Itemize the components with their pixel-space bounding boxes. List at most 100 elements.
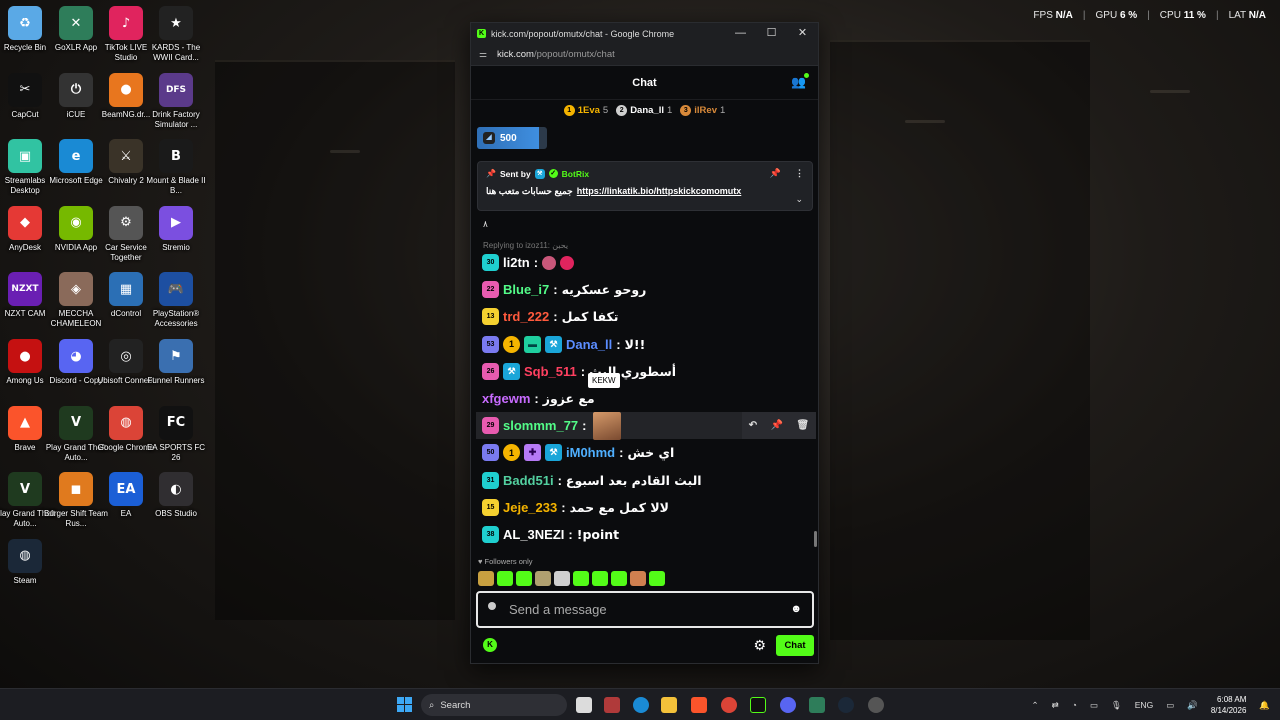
chat-username[interactable]: iM0hmd xyxy=(566,445,615,460)
goal-progress[interactable]: ◢ 500 xyxy=(477,127,547,149)
mic-tray-icon[interactable]: 🎙 xyxy=(1111,700,1122,711)
app-icon: ♻ xyxy=(8,6,42,40)
desktop-icon[interactable]: B Mount & Blade II B... xyxy=(143,135,209,196)
leaderboard-entry[interactable]: 2 Dana_ll 1 xyxy=(616,105,672,116)
chat-username[interactable]: trd_222 xyxy=(503,309,549,324)
vpn-icon[interactable]: ◔ xyxy=(1072,700,1077,710)
username-separator: : xyxy=(561,499,566,515)
leaderboard-entry[interactable]: 3 ilRev 1 xyxy=(680,105,725,116)
kick-taskbar-icon[interactable] xyxy=(750,697,766,713)
chat-input[interactable]: Send a message ☻ xyxy=(476,591,814,628)
language-indicator[interactable]: ENG xyxy=(1135,700,1153,710)
rank-medal-icon: 2 xyxy=(616,105,628,116)
users-icon[interactable]: 👥 xyxy=(791,73,809,89)
chat-username[interactable]: slommm_77 xyxy=(503,418,578,433)
quick-emote-icon[interactable] xyxy=(573,571,589,586)
delete-icon[interactable]: 🗑 xyxy=(797,420,810,431)
chat-username[interactable]: li2tn xyxy=(503,255,530,270)
reply-icon[interactable]: ↶ xyxy=(749,420,757,431)
chat-message[interactable]: 50 1 ✚ ⚒ iM0hmd: اي خش xyxy=(476,439,816,466)
pin-message-icon[interactable]: 📌 xyxy=(771,420,783,431)
unpin-icon[interactable]: 📌 xyxy=(770,168,781,179)
desktop-icon[interactable]: FC EA SPORTS FC 26 xyxy=(143,402,209,463)
chat-message[interactable]: 30 li2tn: xyxy=(476,249,816,276)
task-view-icon[interactable] xyxy=(576,697,592,713)
display-icon[interactable]: ▭ xyxy=(1166,700,1174,711)
desktop-icon[interactable]: 🎮 PlayStation® Accessories xyxy=(143,268,209,329)
address-bar[interactable]: ⚌ kick.com/popout/omutx/chat xyxy=(471,44,818,66)
windows-start-icon[interactable] xyxy=(397,697,412,712)
site-info-icon[interactable]: ⚌ xyxy=(479,49,489,60)
maximize-button[interactable]: ☐ xyxy=(756,23,787,44)
desktop-icon[interactable]: ★ KARDS - The WWII Card... xyxy=(143,2,209,63)
quick-emote-icon[interactable] xyxy=(649,571,665,586)
minimize-button[interactable]: — xyxy=(725,23,756,44)
pinned-bot-name[interactable]: BotRix xyxy=(562,169,589,179)
app-icon: ▦ xyxy=(109,272,143,307)
chat-username[interactable]: xfgewm xyxy=(482,391,530,406)
file-explorer-icon[interactable] xyxy=(661,697,677,713)
chat-message[interactable]: 22 Blue_i7: روحو عسكريه xyxy=(476,276,816,303)
send-chat-button[interactable]: Chat xyxy=(776,634,814,656)
clock-time: 6:08 AM xyxy=(1217,695,1247,704)
notification-icon[interactable]: 🔔 xyxy=(1259,700,1270,711)
chat-username[interactable]: Blue_i7 xyxy=(503,282,549,297)
chat-scrollbar[interactable] xyxy=(814,531,817,547)
chat-message[interactable]: 53 1 ▬ ⚒ Dana_ll: لا!! xyxy=(476,331,816,358)
mic-icon[interactable] xyxy=(488,601,496,610)
app-icon: NZXT xyxy=(8,272,42,307)
quick-emote-icon[interactable] xyxy=(535,571,551,586)
desktop-icon[interactable]: DFS Drink Factory Simulator ... xyxy=(143,69,209,130)
close-button[interactable]: ✕ xyxy=(787,23,818,44)
desktop-icon[interactable]: ◐ OBS Studio xyxy=(143,468,209,519)
chat-username[interactable]: Sqb_511 xyxy=(524,364,577,379)
app-icon: ◼ xyxy=(59,472,93,507)
quick-emote-icon[interactable] xyxy=(478,571,494,586)
brave-taskbar-icon[interactable] xyxy=(691,697,707,713)
leaderboard-entry[interactable]: 1 1Eva 5 xyxy=(563,105,608,116)
taskbar-search[interactable]: ⌕ Search xyxy=(421,694,567,716)
quick-emote-icon[interactable] xyxy=(611,571,627,586)
chat-message[interactable]: xfgewm: مع عزوز KEKW xyxy=(476,372,816,412)
chat-message[interactable]: 15 Jeje_233: لالا كمل مع حمد xyxy=(476,494,816,521)
network-icon[interactable]: ⇄ xyxy=(1052,700,1059,711)
quick-emote-icon[interactable] xyxy=(630,571,646,586)
chevron-up-icon[interactable]: ⌃ xyxy=(1032,700,1039,711)
chat-message[interactable]: 31 Badd51i: البث القادم بعد اسبوع xyxy=(476,467,816,494)
chat-username[interactable]: AL_3NEZI xyxy=(503,527,564,542)
edge-taskbar-icon[interactable] xyxy=(633,697,649,713)
app-icon: ◕ xyxy=(59,339,93,373)
battery-icon[interactable]: ▭ xyxy=(1090,700,1098,711)
emoji-icon[interactable]: ☻ xyxy=(790,603,802,615)
quick-emote-icon[interactable] xyxy=(516,571,532,586)
kick-k-icon[interactable]: K xyxy=(483,638,497,652)
desktop-icon[interactable]: ◍ Steam xyxy=(0,535,58,586)
quick-emote-icon[interactable] xyxy=(554,571,570,586)
gear-icon[interactable]: ⚙ xyxy=(753,637,766,654)
chat-message[interactable]: 13 trd_222: تكفا كمل xyxy=(476,303,816,330)
quick-emote-icon[interactable] xyxy=(592,571,608,586)
moderator-badge-icon: ⚒ xyxy=(503,362,520,380)
more-options-icon[interactable]: ⋮ xyxy=(795,168,804,179)
chevron-down-icon[interactable]: ⌄ xyxy=(795,194,803,205)
app-misc-icon[interactable] xyxy=(868,697,884,713)
quick-emote-icon[interactable] xyxy=(497,571,513,586)
desktop-icon[interactable]: ▶ Stremio xyxy=(143,202,209,253)
goxlr-taskbar-icon[interactable] xyxy=(809,697,825,713)
app-red-icon[interactable] xyxy=(604,697,620,713)
pinned-link[interactable]: https://linkatik.bio/httpskickcomomutx xyxy=(577,186,742,197)
chat-username[interactable]: Dana_ll xyxy=(566,337,612,352)
chat-username[interactable]: Badd51i xyxy=(503,473,554,488)
chat-message[interactable]: 26 ⚒ Sqb_511: أسطوري البث xyxy=(476,358,816,385)
chat-message[interactable]: 29 slommm_77: ↶ 📌 🗑 xyxy=(476,411,816,440)
chat-message[interactable]: 38 AL_3NEZI: !point xyxy=(476,521,816,548)
desktop-icon[interactable]: ⚑ Funnel Runners xyxy=(143,335,209,386)
desktop-icon-label: Mount & Blade II B... xyxy=(146,176,206,196)
window-titlebar[interactable]: K kick.com/popout/omutx/chat - Google Ch… xyxy=(471,23,818,44)
chrome-taskbar-icon[interactable] xyxy=(721,697,737,713)
steam-taskbar-icon[interactable] xyxy=(838,697,854,713)
clock[interactable]: 6:08 AM 8/14/2026 xyxy=(1211,694,1247,716)
discord-taskbar-icon[interactable] xyxy=(780,697,796,713)
chat-username[interactable]: Jeje_233 xyxy=(503,500,557,515)
volume-icon[interactable]: 🔊 xyxy=(1187,700,1198,711)
